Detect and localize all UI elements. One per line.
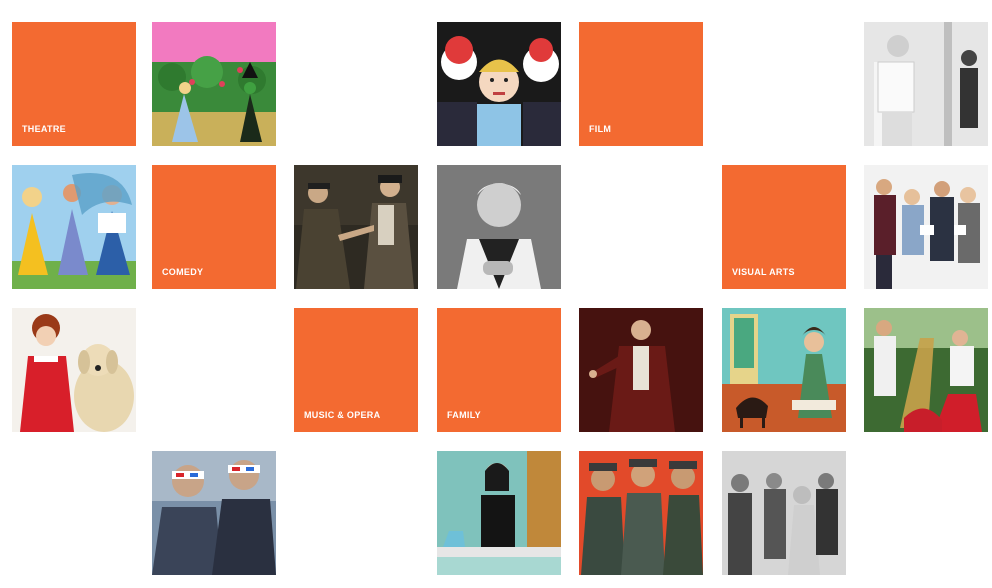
photo-tile-older-man-portrait[interactable] [437, 165, 561, 289]
girl-dog-image [12, 308, 136, 432]
older-man-portrait-image [437, 165, 561, 289]
clowns-image [437, 22, 561, 146]
man-red-stage-image [579, 308, 703, 432]
category-tile-music-opera[interactable]: MUSIC & OPERA [294, 308, 418, 432]
photo-tile-bw-rehearsal[interactable] [864, 22, 988, 146]
bw-rehearsal-image [864, 22, 988, 146]
comedy-cast-image [12, 165, 136, 289]
photo-tile-musical-garden[interactable] [152, 22, 276, 146]
photo-tile-woman-ironing[interactable] [437, 451, 561, 575]
photo-tile-girl-dog[interactable] [12, 308, 136, 432]
category-label-film: FILM [589, 124, 612, 134]
3d-glasses-men-image [152, 451, 276, 575]
category-tile-film[interactable]: FILM [579, 22, 703, 146]
photo-tile-3d-glasses-men[interactable] [152, 451, 276, 575]
photo-tile-painting[interactable] [722, 308, 846, 432]
photo-tile-painted-men[interactable] [579, 451, 703, 575]
category-tile-comedy[interactable]: COMEDY [152, 165, 276, 289]
photo-tile-clowns[interactable] [437, 22, 561, 146]
photo-tile-harp-woods[interactable] [864, 308, 988, 432]
category-label-comedy: COMEDY [162, 267, 204, 277]
category-label-music-opera: MUSIC & OPERA [304, 410, 381, 420]
group-rehearsal-image [864, 165, 988, 289]
painted-men-image [579, 451, 703, 575]
harp-woods-image [864, 308, 988, 432]
photo-tile-group-rehearsal[interactable] [864, 165, 988, 289]
category-tile-visual-arts[interactable]: VISUAL ARTS [722, 165, 846, 289]
category-tile-theatre[interactable]: THEATRE [12, 22, 136, 146]
category-label-theatre: THEATRE [22, 124, 66, 134]
two-men-stage-image [294, 165, 418, 289]
photo-tile-comedy-cast[interactable] [12, 165, 136, 289]
photo-tile-two-men-stage[interactable] [294, 165, 418, 289]
category-label-family: FAMILY [447, 410, 481, 420]
musical-garden-image [152, 22, 276, 146]
category-tile-family[interactable]: FAMILY [437, 308, 561, 432]
photo-tile-bw-group[interactable] [722, 451, 846, 575]
bw-group-image [722, 451, 846, 575]
painting-image [722, 308, 846, 432]
category-label-visual-arts: VISUAL ARTS [732, 267, 795, 277]
woman-ironing-image [437, 451, 561, 575]
photo-tile-man-red-stage[interactable] [579, 308, 703, 432]
